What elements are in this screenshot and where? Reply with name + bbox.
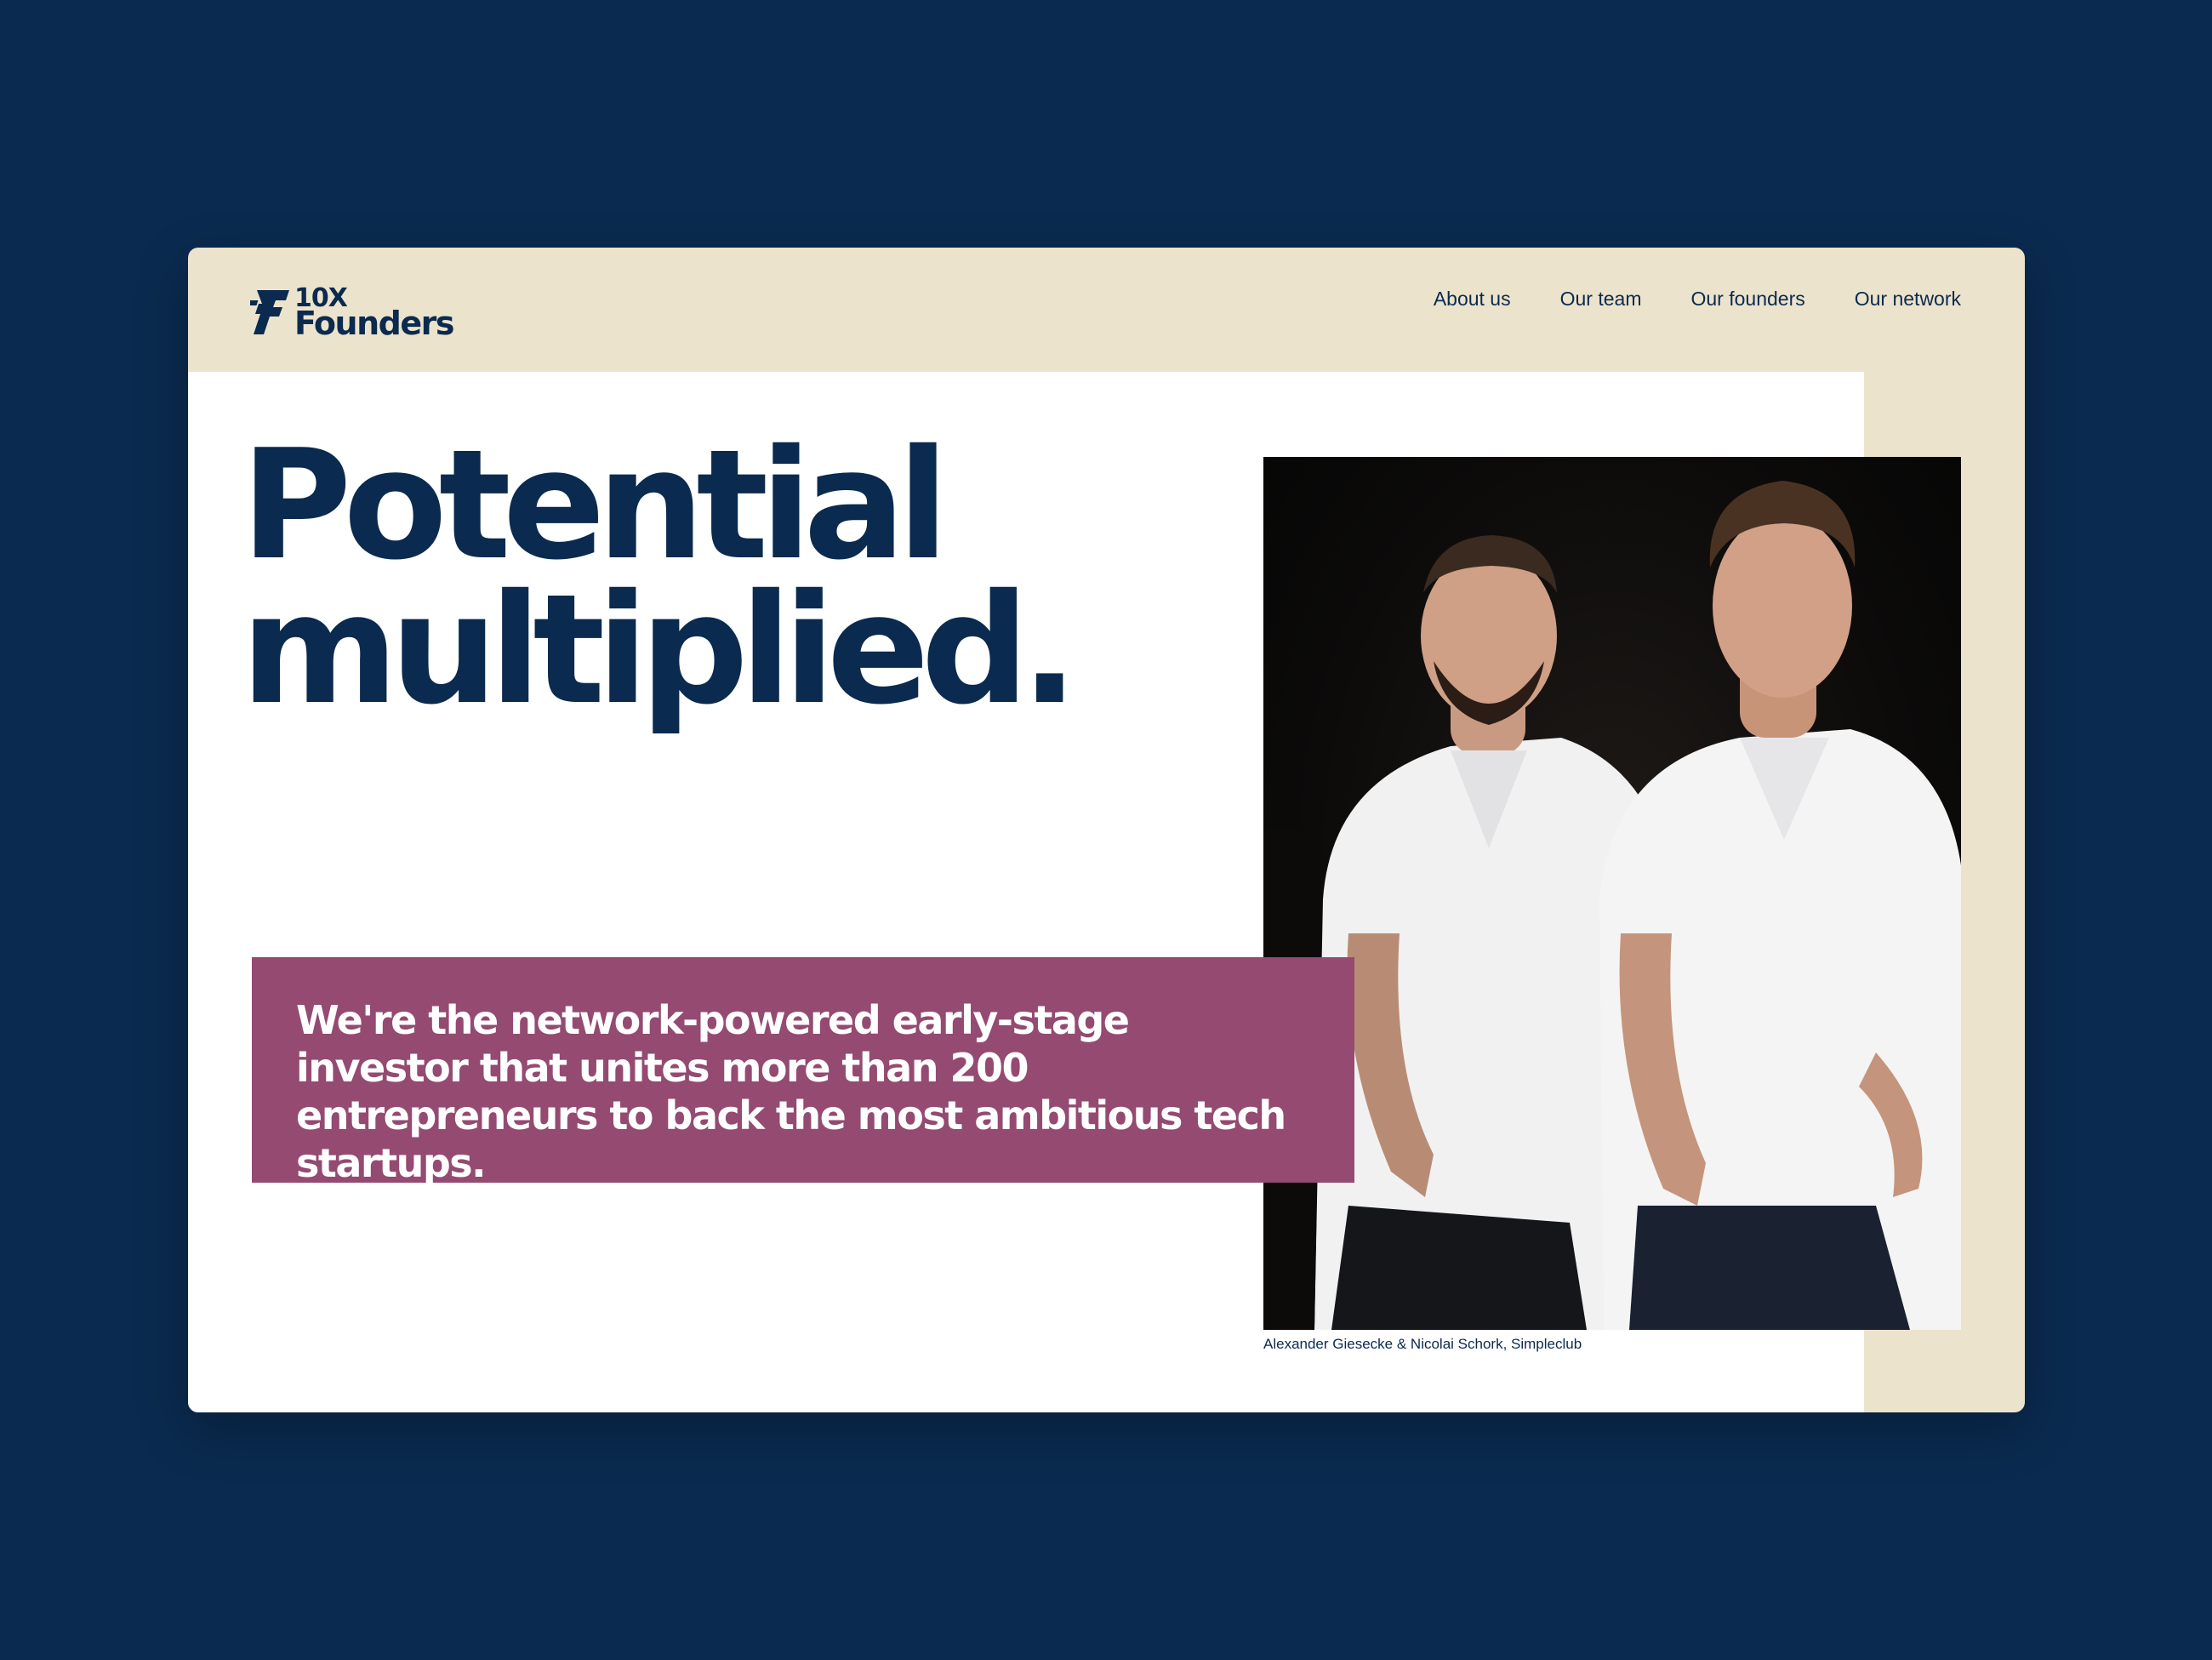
hero-headline: Potential multiplied.	[241, 417, 1079, 738]
person-right	[1599, 481, 1961, 1330]
photo-caption: Alexander Giesecke & Nicolai Schork, Sim…	[1263, 1336, 1582, 1352]
hero-tagline: We're the network-powered early-stage in…	[296, 997, 1286, 1186]
founders-photo	[1263, 457, 1961, 1330]
brand-logo[interactable]: 10X Founders	[250, 286, 454, 342]
tagline-box: We're the network-powered early-stage in…	[252, 957, 1354, 1186]
founders-photo-illustration	[1263, 481, 1961, 1330]
nav-our-team[interactable]: Our team	[1560, 288, 1642, 311]
nav-our-founders[interactable]: Our founders	[1690, 288, 1804, 311]
logo-mark-icon	[250, 290, 289, 334]
logo-line-2: Founders	[294, 304, 454, 342]
logo-wordmark: 10X Founders	[294, 286, 454, 342]
headline-line-2: multiplied.	[241, 562, 1079, 738]
main-nav: About us Our team Our founders Our netwo…	[1434, 288, 1961, 311]
hero-section: Potential multiplied. Alexander Giesecke…	[188, 372, 1961, 1412]
headline-line-1: Potential	[241, 417, 949, 593]
nav-about-us[interactable]: About us	[1434, 288, 1511, 311]
nav-our-network[interactable]: Our network	[1855, 288, 1961, 311]
site-header: 10X Founders About us Our team Our found…	[188, 248, 2025, 372]
website-window: 10X Founders About us Our team Our found…	[188, 248, 2025, 1412]
